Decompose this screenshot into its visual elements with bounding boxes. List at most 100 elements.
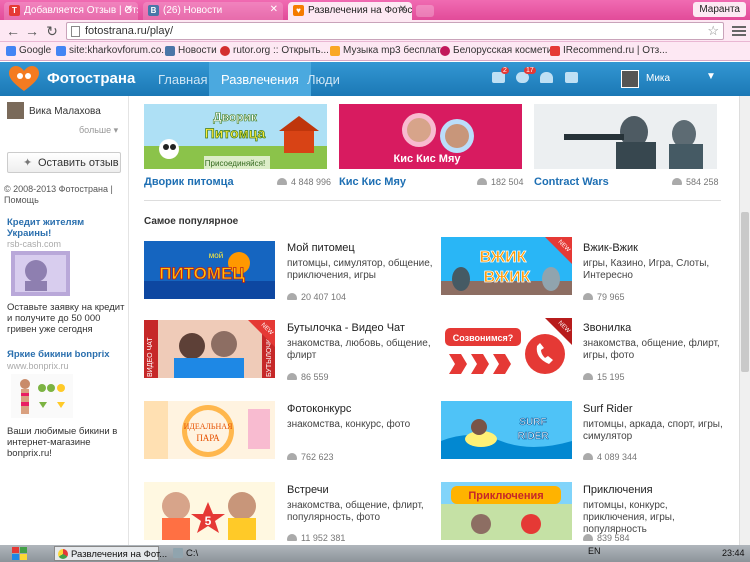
forward-arrow-icon[interactable]: → (24, 23, 40, 39)
bookmark-item[interactable]: Google (6, 45, 51, 56)
featured-game-banner[interactable] (534, 104, 717, 169)
bookmark-item[interactable]: Белорусская космети... (440, 45, 561, 56)
more-link[interactable]: больше ▾ (79, 125, 118, 136)
browser-toolbar: ← → ↻ fotostrana.ru/play/ ☆ (0, 20, 750, 42)
player-count: 4 089 344 (583, 452, 637, 462)
ad-text: Оставьте заявку на кредит и получите до … (7, 302, 125, 335)
url-text: fotostrana.ru/play/ (85, 25, 174, 37)
leave-feedback-button[interactable]: ✦ Оставить отзыв (7, 152, 121, 173)
game-title[interactable]: Surf Rider (583, 403, 633, 415)
game-title[interactable]: Бутылочка - Видео Чат (287, 322, 405, 334)
game-banner[interactable]: ИДЕАЛЬНАЯ ПАРА (144, 401, 275, 459)
fotostrana-favicon-icon: ♥ (293, 5, 304, 16)
player-count: 86 559 (287, 372, 329, 382)
avatar[interactable] (7, 102, 24, 119)
bookmark-star-icon[interactable]: ☆ (707, 23, 719, 39)
site-logo-text[interactable]: Фотострана (47, 70, 135, 87)
reload-icon[interactable]: ↻ (44, 23, 60, 39)
game-title[interactable]: Приключения (583, 484, 653, 496)
featured-game-title[interactable]: Кис Кис Мяу (339, 176, 406, 188)
messages-icon[interactable] (565, 72, 578, 83)
featured-game-title[interactable]: Contract Wars (534, 176, 609, 188)
game-title[interactable]: Вжик-Вжик (583, 242, 638, 254)
game-tags: питомцы, конкурс, приключения, игры, поп… (583, 500, 675, 535)
bookmark-item[interactable]: site:kharkovforum.co... (56, 45, 170, 56)
chevron-down-icon: ▾ (113, 125, 119, 135)
system-clock: 23:44 (722, 548, 745, 558)
player-count: 762 623 (287, 452, 334, 462)
user-avatar[interactable] (621, 70, 639, 88)
svg-text:ВЖИК: ВЖИК (480, 249, 527, 266)
users-icon (277, 178, 287, 185)
tab-title: (26) Новости (163, 5, 223, 16)
game-title[interactable]: Мой питомец (287, 242, 355, 254)
bookmark-item[interactable]: Новости (165, 45, 217, 56)
os-taskbar: Развлечения на Фот... C:\ EN 23:44 (0, 545, 750, 562)
game-title[interactable]: Звонилка (583, 322, 631, 334)
player-count: 839 584 (583, 533, 630, 543)
taskbar-explorer-item[interactable]: C:\ (170, 546, 210, 561)
ad-title[interactable]: Кредит жителям Украины! (7, 217, 125, 239)
page-icon (71, 26, 80, 37)
sidebar-user-name[interactable]: Вика Малахова (29, 106, 101, 117)
bikini-image[interactable] (11, 374, 73, 418)
nav-people[interactable]: Люди (295, 62, 352, 96)
site-header: Фотострана Главная Развлечения Люди 2 17… (0, 62, 750, 96)
users-icon (477, 178, 487, 185)
game-banner[interactable]: Приключения (441, 482, 572, 540)
game-banner[interactable]: ВЖИК ВЖИК NEW (441, 237, 572, 295)
svg-text:RIDER: RIDER (517, 431, 549, 442)
browser-tab[interactable]: T Добавляется Отзыв | Отз ✕ (4, 2, 138, 20)
bookmark-item[interactable]: IRecommend.ru | Отз... (550, 45, 668, 56)
game-title[interactable]: Фотоконкурс (287, 403, 351, 415)
new-tab-button[interactable] (416, 5, 434, 17)
users-icon (287, 293, 297, 300)
music-icon (330, 46, 340, 56)
game-banner[interactable]: Созвонимся? NEW (441, 318, 572, 376)
address-bar[interactable]: fotostrana.ru/play/ ☆ (66, 22, 724, 40)
game-tags: питомцы, аркада, спорт, игры, симулятор (583, 419, 723, 442)
close-tab-icon[interactable]: ✕ (270, 4, 278, 15)
browser-user-label[interactable]: Маранта (693, 2, 746, 17)
close-tab-icon[interactable]: ✕ (399, 4, 407, 15)
page-scrollbar[interactable] (739, 96, 750, 545)
scrollbar-thumb[interactable] (741, 212, 749, 372)
chevron-down-icon[interactable]: ▼ (706, 71, 716, 82)
users-icon (583, 293, 593, 300)
svg-text:Приключения: Приключения (468, 490, 543, 502)
banknote-image[interactable] (11, 251, 70, 296)
browser-tab-active[interactable]: ♥ Развлечения на Фотостр ✕ (288, 2, 412, 20)
game-banner[interactable]: SURF RIDER (441, 401, 572, 459)
bookmark-item[interactable]: Музыка mp3 бесплат... (330, 45, 448, 56)
svg-text:ПАРА: ПАРА (196, 433, 220, 443)
featured-game-banner[interactable]: Дворик Питомца Присоединяйся! (144, 104, 327, 169)
ad-url[interactable]: rsb-cash.com (7, 239, 61, 249)
game-tags: игры, Казино, Игра, Слоты, Интересно (583, 258, 710, 281)
game-banner[interactable]: ВИДЕО ЧАТ БУТЫЛОЧКА NEW (144, 320, 275, 378)
game-tags: питомцы, симулятор, общение, приключения… (287, 258, 433, 281)
friends-icon[interactable] (540, 72, 553, 83)
game-banner[interactable]: мой ПИТОМЕЦ (144, 241, 275, 299)
game-banner[interactable]: 5 (144, 482, 275, 540)
featured-game-title[interactable]: Дворик питомца (144, 176, 234, 188)
player-count: 182 504 (477, 177, 524, 187)
game-title[interactable]: Встречи (287, 484, 329, 496)
language-indicator[interactable]: EN (588, 546, 601, 556)
bookmark-item[interactable]: rutor.org :: Открыть... (220, 45, 329, 56)
users-icon (287, 373, 297, 380)
ad-url[interactable]: www.bonprix.ru (7, 361, 69, 371)
browser-menu-icon[interactable] (732, 24, 746, 38)
taskbar-browser-item[interactable]: Развлечения на Фот... (54, 546, 167, 561)
svg-text:ИДЕАЛЬНАЯ: ИДЕАЛЬНАЯ (184, 422, 233, 431)
close-tab-icon[interactable]: ✕ (125, 4, 133, 15)
start-button[interactable] (4, 546, 34, 561)
back-arrow-icon[interactable]: ← (5, 23, 21, 39)
featured-game-banner[interactable]: Кис Кис Мяу (339, 104, 522, 169)
player-count: 584 258 (672, 177, 719, 187)
ad-title[interactable]: Яркие бикини bonprix (7, 349, 125, 360)
svg-text:ВИДЕО ЧАТ: ВИДЕО ЧАТ (147, 337, 154, 377)
header-username[interactable]: Мика (646, 73, 670, 84)
fotostrana-logo-icon[interactable] (9, 66, 39, 92)
browser-tab[interactable]: В (26) Новости ✕ (143, 2, 283, 20)
rutor-icon (220, 46, 230, 56)
